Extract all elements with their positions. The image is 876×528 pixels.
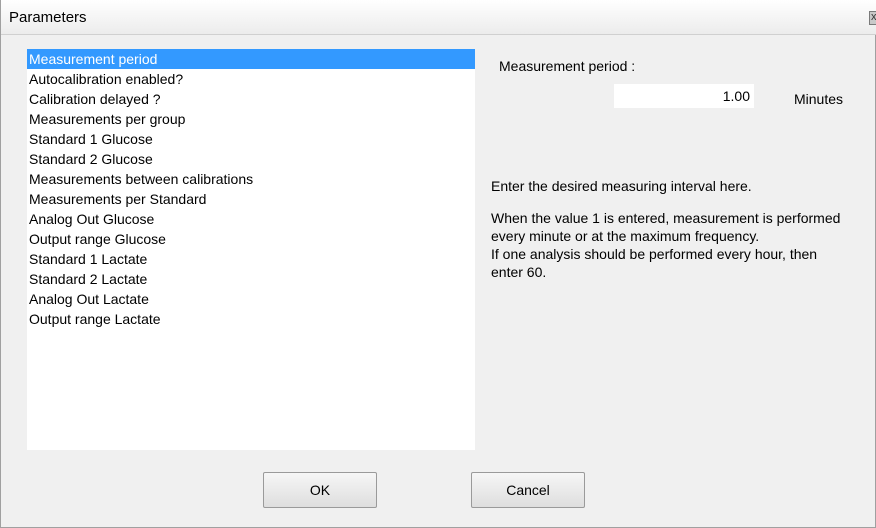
list-item-standard-2-glucose[interactable]: Standard 2 Glucose bbox=[27, 149, 475, 169]
measurement-period-input[interactable] bbox=[614, 84, 754, 108]
list-item-standard-1-glucose[interactable]: Standard 1 Glucose bbox=[27, 129, 475, 149]
cancel-button[interactable]: Cancel bbox=[471, 472, 585, 508]
list-item-measurements-per-group[interactable]: Measurements per group bbox=[27, 109, 475, 129]
parameter-label: Measurement period : bbox=[499, 58, 636, 74]
list-item-output-range-glucose[interactable]: Output range Glucose bbox=[27, 229, 475, 249]
list-item-measurements-between-calibrations[interactable]: Measurements between calibrations bbox=[27, 169, 475, 189]
parameters-listbox[interactable]: Measurement period Autocalibration enabl… bbox=[27, 49, 475, 450]
title-bar[interactable]: Parameters x bbox=[1, 0, 876, 35]
unit-label: Minutes bbox=[794, 91, 844, 107]
list-item-output-range-lactate[interactable]: Output range Lactate bbox=[27, 309, 475, 329]
dialog-title: Parameters bbox=[9, 9, 87, 26]
close-icon: x bbox=[871, 11, 876, 23]
help-text: Enter the desired measuring interval her… bbox=[491, 177, 851, 281]
list-item-calibration-delayed[interactable]: Calibration delayed ? bbox=[27, 89, 475, 109]
parameters-dialog: Parameters x Measurement period Autocali… bbox=[0, 0, 876, 528]
help-line-value-1: When the value 1 is entered, measurement… bbox=[491, 210, 841, 244]
list-item-analog-out-glucose[interactable]: Analog Out Glucose bbox=[27, 209, 475, 229]
list-item-standard-1-lactate[interactable]: Standard 1 Lactate bbox=[27, 249, 475, 269]
help-line-value-60: If one analysis should be performed ever… bbox=[491, 246, 818, 280]
list-item-standard-2-lactate[interactable]: Standard 2 Lactate bbox=[27, 269, 475, 289]
ok-button[interactable]: OK bbox=[263, 472, 377, 508]
list-item-autocalibration-enabled[interactable]: Autocalibration enabled? bbox=[27, 69, 475, 89]
help-line-intro: Enter the desired measuring interval her… bbox=[491, 178, 752, 194]
list-item-analog-out-lactate[interactable]: Analog Out Lactate bbox=[27, 289, 475, 309]
list-item-measurements-per-standard[interactable]: Measurements per Standard bbox=[27, 189, 475, 209]
close-button[interactable]: x bbox=[869, 11, 876, 25]
list-item-measurement-period[interactable]: Measurement period bbox=[27, 49, 475, 69]
